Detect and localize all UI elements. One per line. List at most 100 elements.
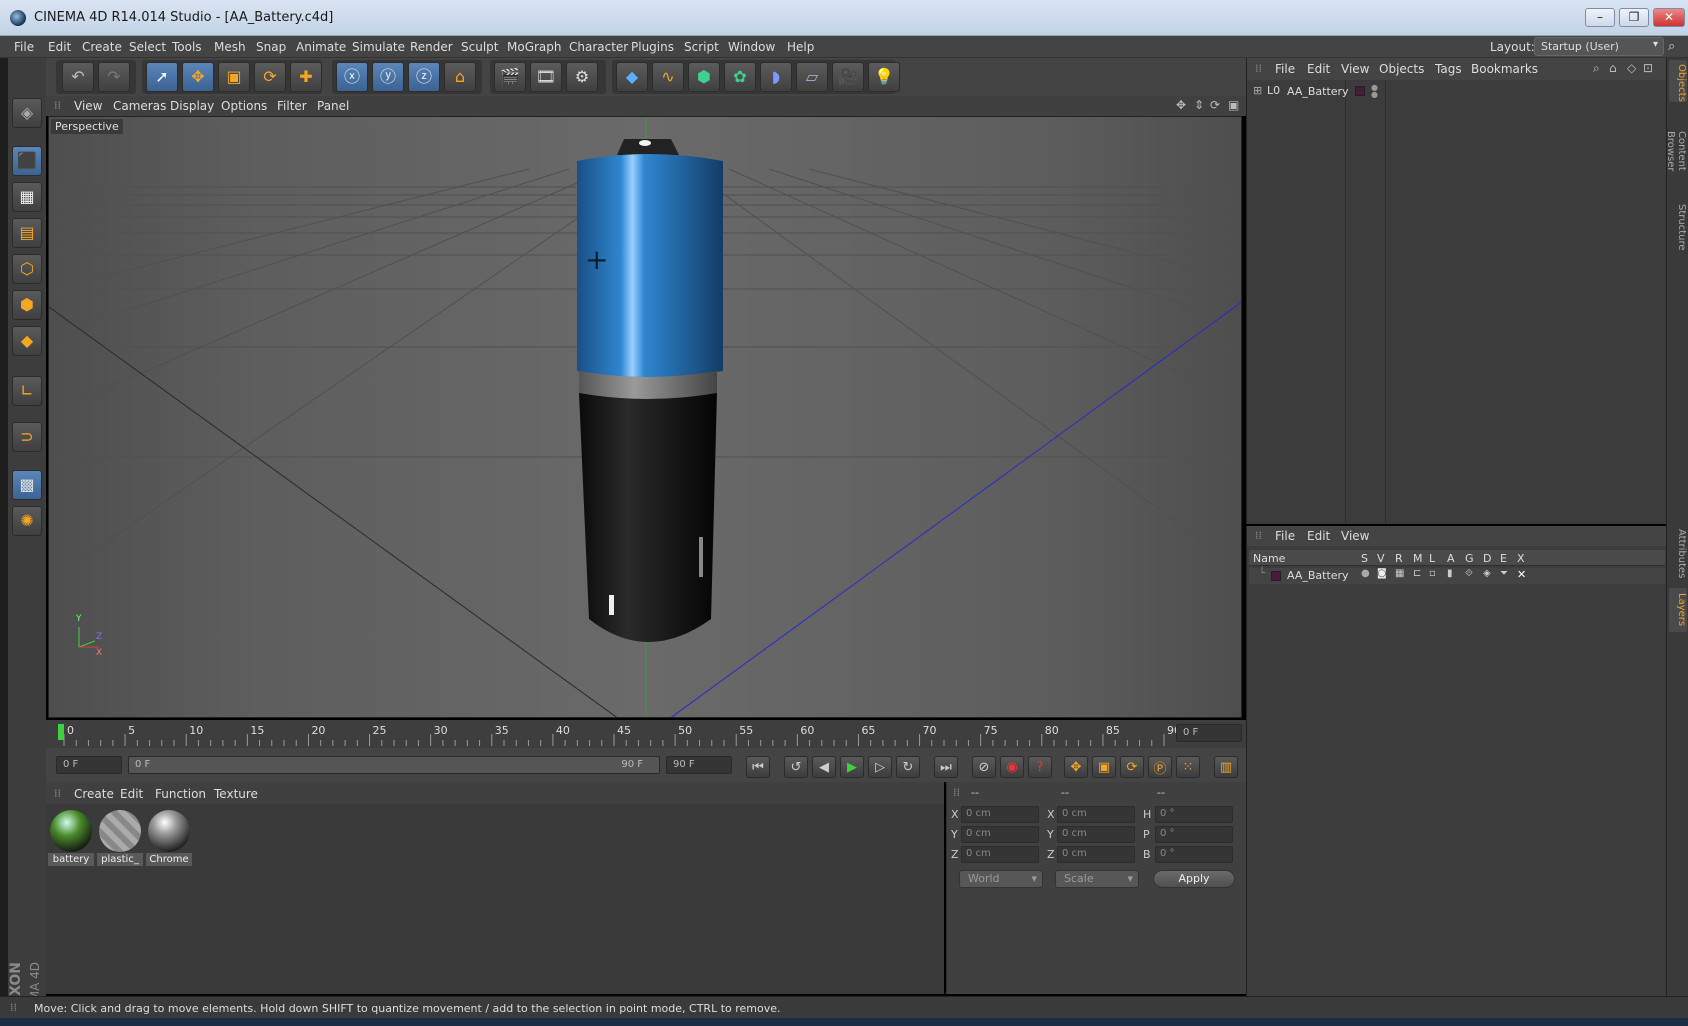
side-tab-content-browser[interactable]: Content Browser [1665, 106, 1687, 196]
floor-object-icon[interactable]: ▱ [796, 62, 828, 92]
parameter-key-icon[interactable]: Ⓟ [1148, 756, 1172, 778]
column-locked[interactable]: L [1429, 552, 1435, 565]
z-axis-lock-icon[interactable]: ⓩ [408, 62, 440, 92]
object-menu-view[interactable]: View [1341, 62, 1369, 76]
column-xref[interactable]: X [1517, 552, 1525, 565]
menu-file[interactable]: File [14, 40, 34, 54]
workplane-lock-icon[interactable]: ▩ [12, 470, 42, 500]
array-object-icon[interactable]: ✿ [724, 62, 756, 92]
search-icon[interactable]: ⌕ [1668, 39, 1675, 54]
object-menu-edit[interactable]: Edit [1307, 62, 1330, 76]
column-name[interactable]: Name [1253, 552, 1285, 565]
timeline-playhead[interactable] [58, 724, 64, 740]
render-view-icon[interactable]: 🎬 [494, 62, 526, 92]
go-to-end-icon[interactable]: ⏭ [934, 756, 958, 778]
cube-object-icon[interactable]: ◆ [616, 62, 648, 92]
menu-animate[interactable]: Animate [296, 40, 346, 54]
point-level-key-icon[interactable]: ⁙ [1176, 756, 1200, 778]
material-menu-create[interactable]: Create [74, 787, 114, 801]
workplane-mode-icon[interactable]: ▤ [12, 218, 42, 248]
current-frame-field[interactable]: 0 F [1176, 724, 1242, 742]
model-mode-icon[interactable]: ⬛ [12, 146, 42, 176]
manager-toggle-icon[interactable]: ⊏ [1413, 568, 1421, 579]
layer-row-aa-battery[interactable]: └ AA_Battery ● ◙ ▦ ⊏ ▫ ▮ ⟐ ◈ ⏷ ✕ [1249, 568, 1665, 584]
viewport-menu-filter[interactable]: Filter [277, 99, 307, 113]
menu-snap[interactable]: Snap [256, 40, 286, 54]
viewport-menu-view[interactable]: View [74, 99, 102, 113]
points-mode-icon[interactable]: ⬡ [12, 254, 42, 284]
x-axis-lock-icon[interactable]: ⓧ [336, 62, 368, 92]
close-button[interactable]: ✕ [1653, 8, 1685, 27]
column-animation[interactable]: A [1447, 552, 1455, 565]
object-row-aa-battery[interactable]: ⊞ L0 AA_Battery ● ● [1251, 84, 1651, 100]
go-to-start-icon[interactable]: ⏮ [746, 756, 770, 778]
play-forward-icon[interactable]: ▶ [840, 756, 864, 778]
rotation-h-field[interactable]: 0 ° [1155, 806, 1233, 823]
viewport-menu-display[interactable]: Display [170, 99, 214, 113]
material-menu-texture[interactable]: Texture [214, 787, 258, 801]
menu-mograph[interactable]: MoGraph [507, 40, 562, 54]
viewport-menu-cameras[interactable]: Cameras [113, 99, 166, 113]
frame-range-slider[interactable]: 0 F 90 F [128, 756, 660, 774]
object-menu-tags[interactable]: Tags [1435, 62, 1462, 76]
solo-toggle-icon[interactable]: ● [1361, 568, 1370, 579]
menu-edit[interactable]: Edit [48, 40, 71, 54]
rotation-key-icon[interactable]: ⟳ [1120, 756, 1144, 778]
menu-plugins[interactable]: Plugins [631, 40, 674, 54]
menu-select[interactable]: Select [129, 40, 166, 54]
menu-window[interactable]: Window [728, 40, 775, 54]
side-tab-attributes[interactable]: Attributes [1669, 524, 1687, 584]
column-solo[interactable]: S [1361, 552, 1368, 565]
move-tool-icon[interactable]: ✥ [182, 62, 214, 92]
next-frame-icon[interactable]: ▷ [868, 756, 892, 778]
side-tab-objects[interactable]: Objects [1669, 60, 1687, 102]
redo-icon[interactable]: ↷ [98, 62, 130, 92]
column-manager[interactable]: M [1413, 552, 1423, 565]
previous-key-icon[interactable]: ↺ [784, 756, 808, 778]
render-settings-icon[interactable]: ⚙ [566, 62, 598, 92]
recent-tool-icon[interactable]: ✚ [290, 62, 322, 92]
live-selection-icon[interactable]: ➚ [146, 62, 178, 92]
snap-settings-icon[interactable]: ✺ [12, 506, 42, 536]
layout-select[interactable]: Startup (User) ▾ [1534, 37, 1664, 56]
layer-menu-edit[interactable]: Edit [1307, 529, 1330, 543]
menu-mesh[interactable]: Mesh [214, 40, 246, 54]
minimize-button[interactable]: – [1585, 8, 1615, 27]
menu-sculpt[interactable]: Sculpt [461, 40, 498, 54]
magnet-icon[interactable]: ⊃ [12, 422, 42, 452]
side-tab-structure[interactable]: Structure [1669, 200, 1687, 254]
object-menu-objects[interactable]: Objects [1379, 62, 1424, 76]
axis-mode-icon[interactable]: ∟ [12, 376, 42, 406]
menu-help[interactable]: Help [787, 40, 814, 54]
position-z-field[interactable]: 0 cm [961, 846, 1039, 863]
position-key-icon[interactable]: ✥ [1064, 756, 1088, 778]
make-editable-icon[interactable]: ◈ [12, 98, 42, 128]
column-render[interactable]: R [1395, 552, 1403, 565]
edges-mode-icon[interactable]: ⬢ [12, 290, 42, 320]
material-menu-edit[interactable]: Edit [120, 787, 143, 801]
spline-object-icon[interactable]: ∿ [652, 62, 684, 92]
lock-toggle-icon[interactable]: ▫ [1429, 568, 1436, 579]
deformers-toggle-icon[interactable]: ◈ [1483, 568, 1491, 579]
expressions-toggle-icon[interactable]: ⏷ [1500, 568, 1508, 579]
viewport-menu-options[interactable]: Options [221, 99, 267, 113]
deformer-icon[interactable]: ◗ [760, 62, 792, 92]
coordinate-system-icon[interactable]: ⌂ [444, 62, 476, 92]
visibility-dots-icon[interactable]: ● ● [1371, 84, 1378, 99]
material-menu-function[interactable]: Function [155, 787, 206, 801]
menu-tools[interactable]: Tools [172, 40, 202, 54]
texture-mode-icon[interactable]: ▦ [12, 182, 42, 212]
size-x-field[interactable]: 0 cm [1057, 806, 1135, 823]
apply-button[interactable]: Apply [1153, 870, 1235, 888]
viewport-maximize-icon[interactable]: ▣ [1228, 98, 1239, 112]
animation-toggle-icon[interactable]: ▮ [1447, 568, 1453, 579]
layer-color-swatch[interactable] [1355, 86, 1365, 96]
search-icon[interactable]: ⌕ [1593, 61, 1600, 76]
menu-create[interactable]: Create [82, 40, 122, 54]
rotate-tool-icon[interactable]: ⟳ [254, 62, 286, 92]
polygons-mode-icon[interactable]: ◆ [12, 326, 42, 356]
material-swatch-chrome[interactable]: Chrome [146, 808, 192, 866]
generators-toggle-icon[interactable]: ⟐ [1465, 568, 1473, 579]
viewport-pan-icon[interactable]: ✥ [1176, 98, 1186, 112]
next-key-icon[interactable]: ↻ [896, 756, 920, 778]
